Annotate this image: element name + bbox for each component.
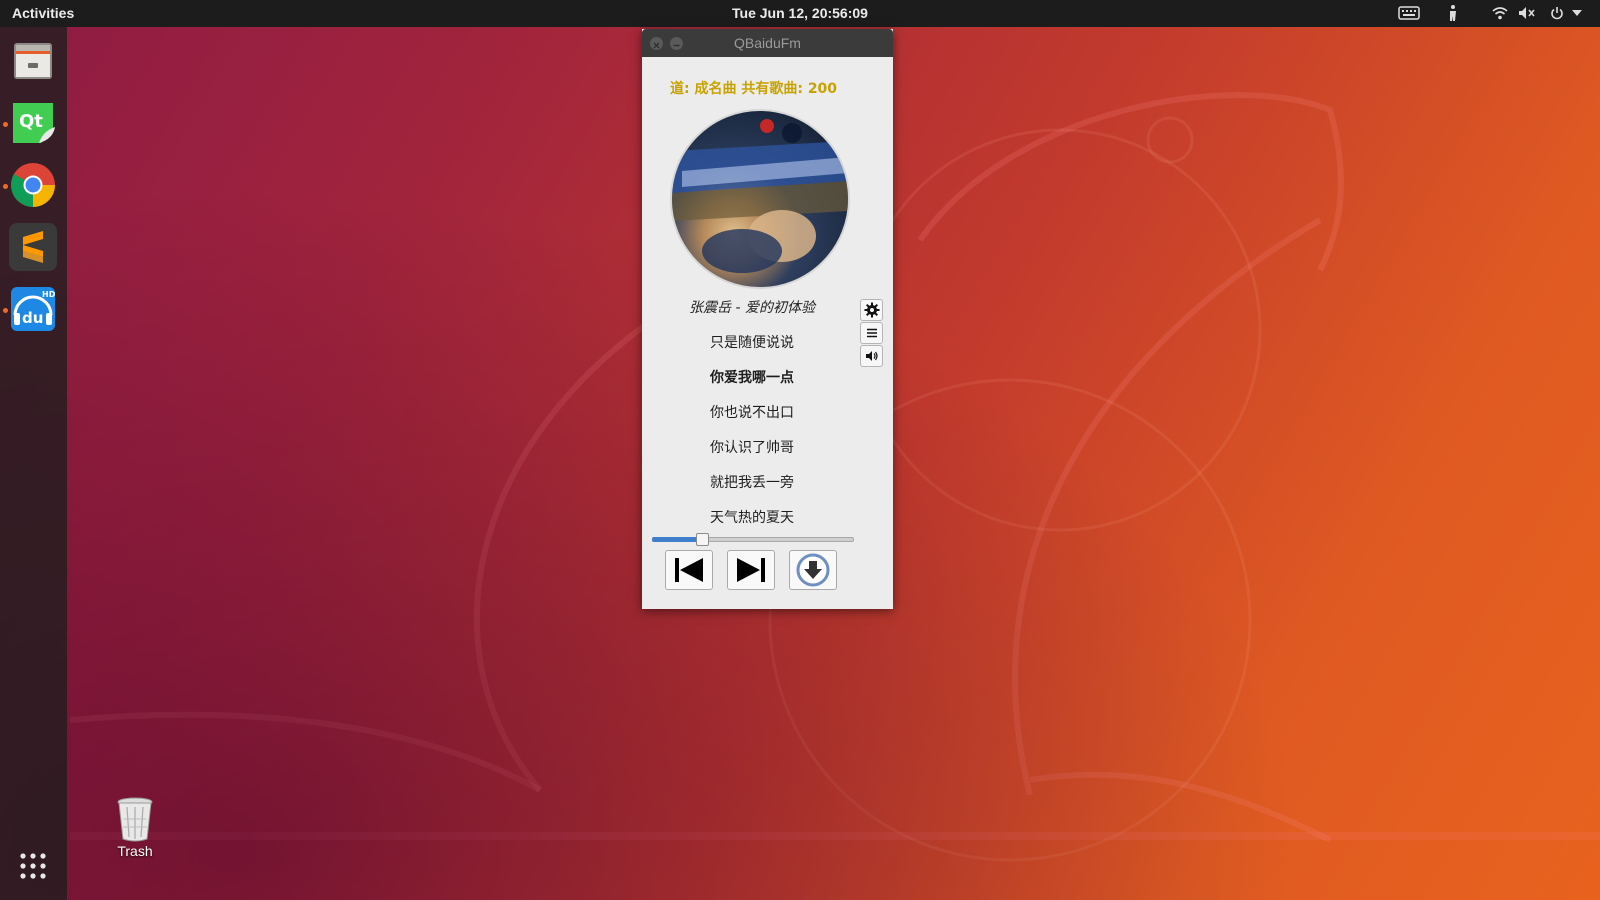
channel-info: 道: 成名曲 共有歌曲: 200 [670, 81, 838, 97]
show-apps-icon[interactable] [9, 847, 57, 887]
svg-text:HD: HD [42, 290, 56, 299]
previous-track-icon [675, 558, 703, 582]
download-icon [796, 553, 830, 587]
qbaidufm-window: QBaiduFm 道: 成名曲 共有歌曲: 200 张震岳 - 爱的初体验 只是… [642, 29, 893, 609]
power-icon[interactable] [1547, 4, 1567, 22]
volume-icon [865, 351, 878, 361]
dock-item-sublime-text[interactable] [9, 223, 57, 271]
album-cover [670, 109, 850, 289]
dock-item-files[interactable] [9, 37, 57, 85]
lyric-line: 你也说不出口 [710, 405, 794, 421]
lyrics-view[interactable]: 只是随便说说 你爱我哪一点 你也说不出口 你认识了帅哥 就把我丢一旁 天气热的夏… [642, 324, 867, 524]
song-title: 张震岳 - 爱的初体验 [689, 300, 815, 316]
keyboard-icon[interactable] [1396, 4, 1422, 22]
chrome-icon [11, 163, 55, 207]
lyric-line: 你认识了帅哥 [710, 440, 794, 456]
wifi-icon[interactable] [1490, 4, 1510, 22]
lyric-line: 天气热的夏天 [710, 510, 794, 524]
settings-button[interactable] [860, 299, 883, 321]
progress-slider[interactable] [652, 532, 854, 546]
trash-label: Trash [117, 843, 153, 859]
lyric-line: 就把我丢一旁 [710, 475, 794, 491]
previous-button[interactable] [665, 550, 713, 590]
desktop-trash[interactable]: Trash [105, 795, 165, 859]
dock: Qt du HD [0, 27, 67, 900]
top-bar: Activities Tue Jun 12, 20:56:09 [0, 0, 1600, 27]
svg-text:du: du [22, 309, 43, 327]
lyric-line-current: 你爱我哪一点 [710, 370, 794, 386]
volume-button[interactable] [860, 345, 883, 367]
running-indicator [3, 122, 8, 127]
chevron-down-icon[interactable] [1570, 4, 1584, 22]
progress-fill [652, 537, 702, 542]
clock[interactable]: Tue Jun 12, 20:56:09 [0, 5, 1600, 21]
running-indicator [3, 184, 8, 189]
qt-icon: Qt [13, 103, 55, 143]
svg-text:Qt: Qt [19, 111, 43, 132]
trash-icon [117, 797, 153, 842]
dock-item-qt-creator[interactable]: Qt [9, 99, 57, 147]
next-track-icon [737, 558, 765, 582]
lyric-line: 只是随便说说 [710, 335, 794, 351]
gear-icon [864, 302, 879, 318]
menu-icon [866, 328, 877, 338]
window-title: QBaiduFm [734, 35, 801, 51]
baidu-du-icon: du HD [11, 287, 56, 331]
volume-muted-icon[interactable] [1517, 4, 1537, 22]
download-button[interactable] [789, 550, 837, 590]
dock-item-baidu-fm[interactable]: du HD [9, 285, 57, 333]
next-button[interactable] [727, 550, 775, 590]
dock-item-chrome[interactable] [9, 161, 57, 209]
file-cabinet-icon [14, 43, 52, 79]
running-indicator [3, 308, 8, 313]
screen-reader-icon[interactable] [1443, 4, 1463, 22]
sublime-icon [23, 231, 43, 263]
playlist-button[interactable] [860, 322, 883, 344]
window-titlebar[interactable]: QBaiduFm [642, 29, 893, 57]
progress-handle[interactable] [696, 533, 709, 546]
